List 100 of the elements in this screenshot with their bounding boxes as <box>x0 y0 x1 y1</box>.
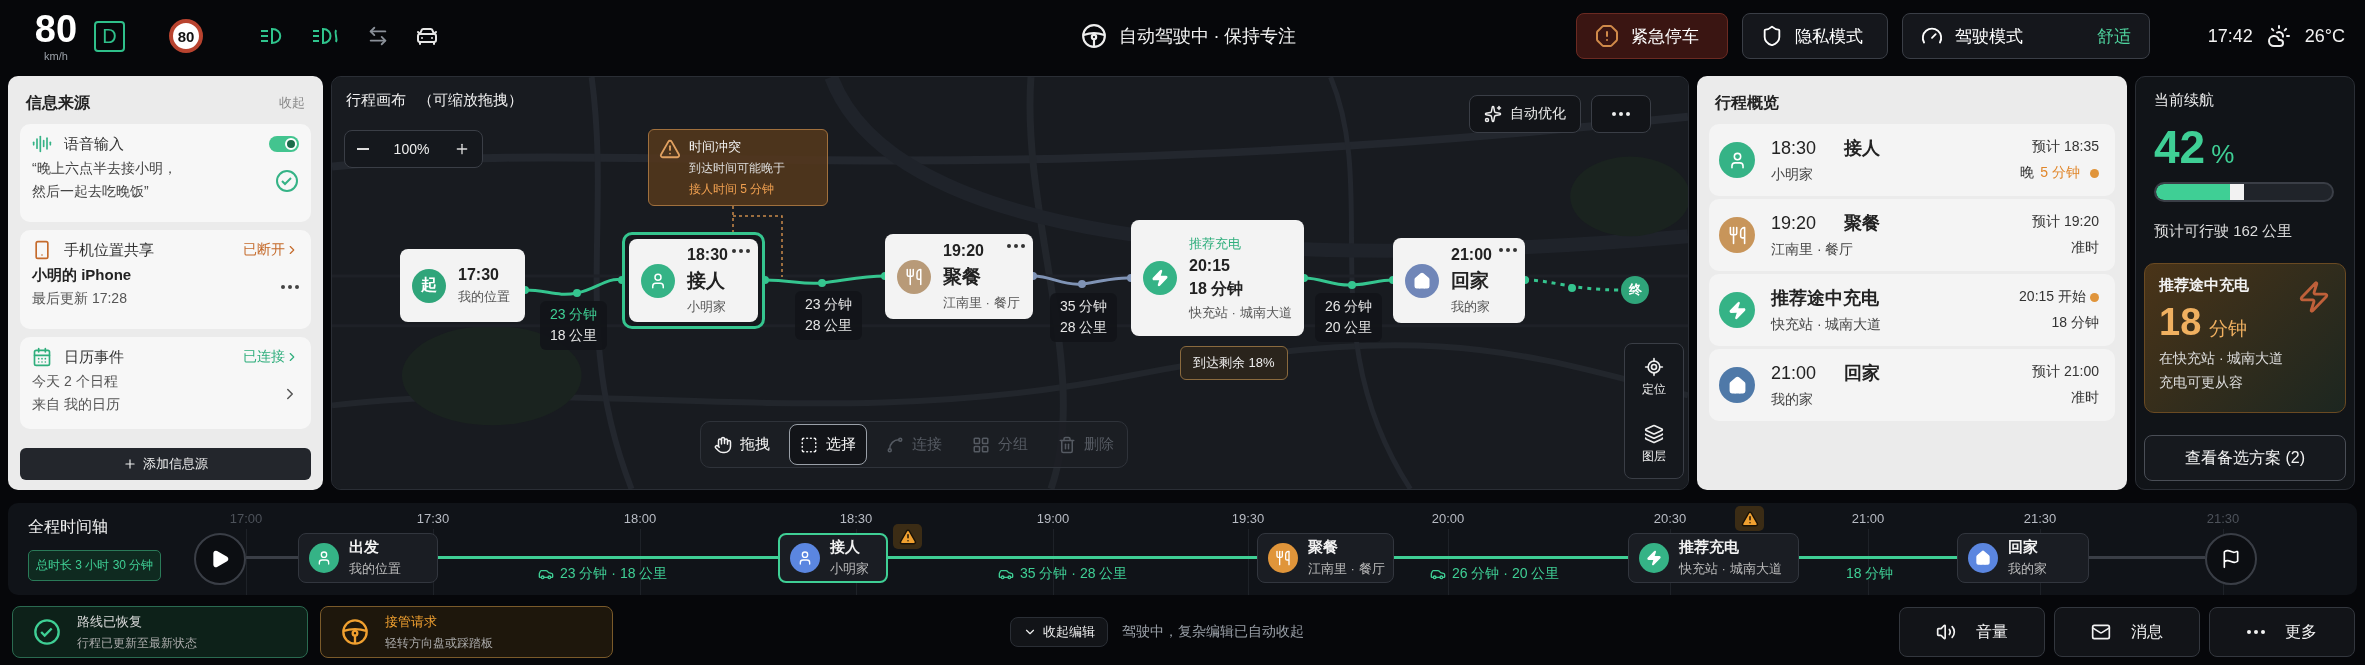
node-title: 18 分钟 <box>1189 278 1244 299</box>
timeline-stop[interactable]: 聚餐 江南里 · 餐厅 <box>1257 533 1394 583</box>
overview-row[interactable]: 18:30 接人 小明家 预计 18:35 晚 5 分钟 <box>1709 124 2115 196</box>
finish-button[interactable] <box>2205 533 2257 585</box>
volume-button[interactable]: 音量 <box>1899 607 2045 657</box>
overview-row[interactable]: 21:00 回家 我的家 预计 21:00 准时 <box>1709 349 2115 421</box>
leg-time: 26 分钟 <box>1325 298 1373 316</box>
time-tick: 17:00 <box>229 511 263 526</box>
leg-time: 35 分钟 <box>1060 298 1108 316</box>
minus-icon <box>357 148 369 150</box>
drive-status: 自动驾驶中 · 保持专注 <box>1118 25 1297 48</box>
node-subtitle: 快充站 · 城南大道 <box>1189 303 1292 322</box>
more-icon[interactable] <box>732 249 750 253</box>
leg-summary: 23 分钟 · 18 公里 <box>538 565 668 583</box>
row-eta: 预计 19:20 <box>2032 213 2099 231</box>
conflict-title: 时间冲突 <box>689 138 742 156</box>
plus-icon <box>454 141 470 157</box>
stop-title: 回家 <box>2008 538 2039 557</box>
add-source-button[interactable]: 添加信息源 <box>20 448 311 480</box>
more-icon[interactable] <box>1499 248 1517 252</box>
source-detail: 小明的 iPhone <box>32 266 132 285</box>
node-subtitle: 我的位置 <box>458 287 510 306</box>
panel-title: 信息来源 <box>26 92 90 113</box>
more-button[interactable] <box>1591 95 1651 133</box>
lightning-icon <box>1151 269 1169 287</box>
row-status: 晚 <box>2020 164 2035 182</box>
time-tick: 20:00 <box>1431 511 1465 526</box>
lightning-icon <box>1646 550 1662 566</box>
connection-status[interactable]: 已断开 <box>243 241 299 259</box>
trip-node[interactable]: 18:30 接人 小明家 <box>622 232 765 329</box>
tool-button[interactable]: 拖拽 <box>703 424 781 465</box>
trip-node[interactable]: 推荐充电 20:15 18 分钟 快充站 · 城南大道 <box>1131 220 1304 336</box>
driving-hint: 驾驶中，复杂编辑已自动收起 <box>1122 623 1304 641</box>
zoom-level: 100% <box>393 141 430 157</box>
charge-unit: 分钟 <box>2209 317 2248 341</box>
timeline-stop[interactable]: 回家 我的家 <box>1957 533 2089 583</box>
overview-row[interactable]: 19:20 聚餐 江南里 · 餐厅 预计 19:20 准时 <box>1709 199 2115 271</box>
drive-mode-button[interactable]: 驾驶模式 舒适 <box>1901 13 2150 59</box>
time-tick: 19:30 <box>1231 511 1265 526</box>
range-estimate: 预计可行驶 162 公里 <box>2154 222 2294 241</box>
row-time: 21:00 <box>1771 362 1817 384</box>
check-circle-icon <box>33 618 61 646</box>
more-icon[interactable] <box>1007 244 1025 248</box>
panel-title: 行程概览 <box>1715 92 1779 113</box>
timeline-stop[interactable]: 接人 小明家 <box>778 533 888 583</box>
utensils-icon <box>1727 225 1747 245</box>
timeline-stop[interactable]: 出发 我的位置 <box>298 533 438 583</box>
speaker-icon <box>1936 622 1956 642</box>
locate-button[interactable]: 定位 <box>1636 356 1672 399</box>
leg-distance: 18 公里 <box>550 327 598 345</box>
weather-icon <box>2266 24 2291 48</box>
overview-row[interactable]: 推荐途中充电 快充站 · 城南大道 20:15 开始 18 分钟 <box>1709 274 2115 346</box>
row-title: 聚餐 <box>1844 212 1881 235</box>
plus-icon <box>123 457 137 471</box>
row-eta: 预计 21:00 <box>2032 363 2099 381</box>
utensils-icon <box>905 267 923 286</box>
message-button[interactable]: 消息 <box>2054 607 2200 657</box>
time-tick: 17:30 <box>416 511 450 526</box>
utensils-icon <box>1275 550 1291 566</box>
more-icon <box>1612 112 1630 116</box>
play-button[interactable] <box>194 533 246 585</box>
more-button[interactable]: 更多 <box>2209 607 2355 657</box>
notice-title: 接管请求 <box>385 612 438 631</box>
stop-subtitle: 我的家 <box>2008 560 2047 578</box>
collapse-edit-button[interactable]: 收起编辑 <box>1010 617 1108 647</box>
total-duration: 总时长 3 小时 30 分钟 <box>28 550 162 581</box>
row-subtitle: 江南里 · 餐厅 <box>1771 241 1855 259</box>
privacy-mode-button[interactable]: 隐私模式 <box>1741 13 1888 59</box>
voice-toggle[interactable] <box>269 136 299 152</box>
route-line <box>246 556 298 559</box>
house-icon <box>1727 375 1747 395</box>
charge-detail: 充电可更从容 <box>2159 374 2244 392</box>
trip-node[interactable]: 21:00 回家 我的家 <box>1393 238 1525 323</box>
trip-node[interactable]: 19:20 聚餐 江南里 · 餐厅 <box>885 234 1033 319</box>
stop-title: 推荐充电 <box>1679 538 1740 557</box>
layers-button[interactable]: 图层 <box>1636 423 1672 466</box>
person-icon <box>316 550 332 566</box>
percent-unit: % <box>2211 139 2235 170</box>
trip-node[interactable]: 起 17:30 我的位置 <box>400 249 525 322</box>
tool-button[interactable]: 选择 <box>789 424 867 465</box>
node-time: 21:00 <box>1451 245 1492 264</box>
timeline-stop[interactable]: 推荐充电 快充站 · 城南大道 <box>1628 533 1799 583</box>
node-tag: 推荐充电 <box>1189 234 1241 253</box>
more-icon[interactable] <box>281 285 299 289</box>
range-percent: 42 <box>2154 120 2206 174</box>
auto-optimize-button[interactable]: 自动优化 <box>1469 95 1581 133</box>
emergency-stop-button[interactable]: 紧急停车 <box>1575 13 1728 59</box>
alternatives-button[interactable]: 查看备选方案 (2) <box>2144 435 2346 481</box>
node-title: 接人 <box>687 268 725 293</box>
time-tick: 21:00 <box>1851 511 1885 526</box>
start-badge: 起 <box>412 268 446 303</box>
notice-title: 路线已恢复 <box>77 612 143 631</box>
row-subtitle: 快充站 · 城南大道 <box>1771 316 1883 334</box>
stop-title: 出发 <box>349 538 380 557</box>
time-tick: 19:00 <box>1036 511 1070 526</box>
node-subtitle: 江南里 · 餐厅 <box>943 293 1020 312</box>
house-icon <box>1413 271 1431 290</box>
node-time: 17:30 <box>458 265 499 284</box>
play-icon <box>210 549 230 569</box>
grid-icon <box>972 435 990 454</box>
